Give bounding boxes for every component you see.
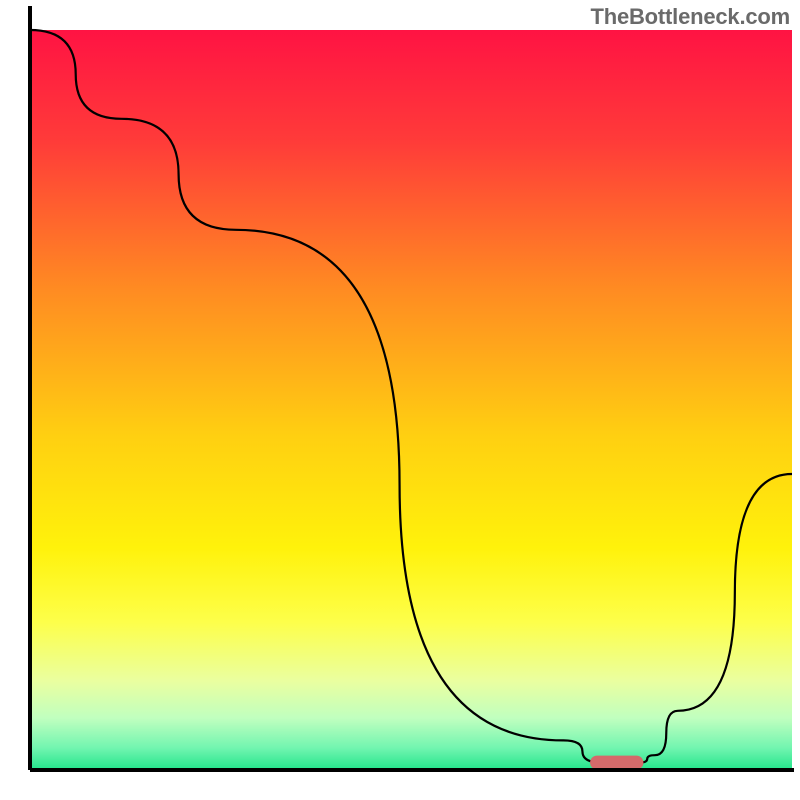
bottleneck-chart: TheBottleneck.com	[0, 0, 800, 800]
optimal-marker	[590, 756, 643, 770]
watermark-label: TheBottleneck.com	[590, 4, 790, 30]
chart-gradient-background	[30, 30, 792, 770]
chart-svg	[0, 0, 800, 800]
